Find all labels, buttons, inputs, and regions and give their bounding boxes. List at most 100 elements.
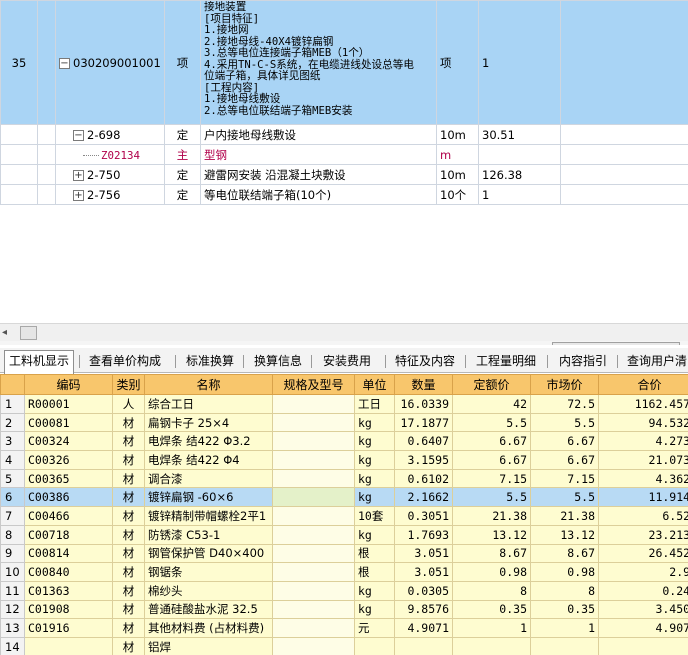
expand-toggle-icon[interactable]: + xyxy=(73,169,84,181)
resource-unit[interactable]: kg xyxy=(354,431,395,452)
resource-code[interactable]: C01908 xyxy=(24,599,113,620)
resource-unit[interactable]: 根 xyxy=(354,543,395,564)
quota-price[interactable]: 0.98 xyxy=(452,562,531,582)
resource-quantity[interactable]: 16.0339 xyxy=(394,394,453,414)
resource-name[interactable]: 防锈漆 C53-1 xyxy=(144,524,273,545)
unit-header[interactable]: 单位 xyxy=(354,374,395,395)
quota-price[interactable]: 1 xyxy=(452,618,531,638)
resource-code[interactable]: C01363 xyxy=(24,580,113,601)
total-price[interactable]: 11.9141 xyxy=(598,487,688,508)
resource-unit[interactable]: kg xyxy=(354,599,395,620)
resource-code[interactable]: C00814 xyxy=(24,543,113,564)
resource-name[interactable]: 钢管保护管 D40×400 xyxy=(144,543,273,564)
resource-name[interactable]: 镀锌扁钢 -60×6 xyxy=(144,487,273,508)
market-price[interactable]: 5.5 xyxy=(530,412,599,433)
resource-spec[interactable] xyxy=(272,394,355,414)
market-price[interactable]: 6.67 xyxy=(530,431,599,452)
resource-unit[interactable]: kg xyxy=(354,468,395,489)
resource-name[interactable]: 普通硅酸盐水泥 32.5 xyxy=(144,599,273,620)
quota-price[interactable]: 5.5 xyxy=(452,487,531,508)
total-price[interactable]: 21.0739 xyxy=(598,450,688,470)
resource-code[interactable]: C00081 xyxy=(24,412,113,433)
resource-quantity[interactable]: 2.1662 xyxy=(394,487,453,508)
material-name[interactable]: 型钢 xyxy=(200,144,437,165)
resource-row[interactable]: 12 C01908 材普通硅酸盐水泥 32.5 kg 9.8576 0.35 0.35 3.4… xyxy=(0,599,688,620)
resource-code[interactable] xyxy=(24,636,113,655)
quota-qty[interactable]: 1 xyxy=(478,184,561,205)
resource-quantity[interactable]: 0.6407 xyxy=(394,431,453,452)
resource-row[interactable]: 13C01916材其他材料费 (占材料费)元4.9071114.9071 xyxy=(0,618,688,638)
resource-name[interactable]: 其他材料费 (占材料费) xyxy=(144,618,273,638)
resource-spec[interactable] xyxy=(272,599,355,620)
resource-name[interactable]: 镀锌精制带帽螺栓2平1 xyxy=(144,506,273,526)
tab-install-fee[interactable]: 安装费用 xyxy=(316,351,378,373)
total-price[interactable]: 0.244 xyxy=(598,580,688,601)
resource-category[interactable]: 材 xyxy=(112,618,145,638)
material-qty[interactable] xyxy=(478,144,561,165)
total-price[interactable]: 23.2132 xyxy=(598,524,688,545)
resource-spec[interactable] xyxy=(272,506,355,526)
quota-price[interactable]: 7.15 xyxy=(452,468,531,489)
market-price[interactable]: 5.5 xyxy=(530,487,599,508)
quota-row[interactable]: −2-698 定 户内接地母线敷设 10m 30.51 1 xyxy=(0,124,688,145)
market-price[interactable]: 72.5 xyxy=(530,394,599,414)
resource-category[interactable]: 材 xyxy=(112,431,145,452)
resource-spec[interactable] xyxy=(272,412,355,433)
resource-unit[interactable]: kg xyxy=(354,487,395,508)
bill-code-cell[interactable]: −030209001001 xyxy=(55,0,165,125)
expand-toggle-icon[interactable]: + xyxy=(73,189,84,201)
resource-quantity[interactable]: 4.9071 xyxy=(394,618,453,638)
resource-row[interactable]: 14 材铝焊 xyxy=(0,636,688,655)
resource-code[interactable]: C00386 xyxy=(24,487,113,508)
resource-row[interactable]: 8 C00718 材防锈漆 C53-1 kg 1.7693 13.12 13.12 23.21… xyxy=(0,524,688,545)
tab-resource-display[interactable]: 工料机显示 xyxy=(4,350,74,374)
resource-spec[interactable] xyxy=(272,450,355,470)
resource-category[interactable]: 材 xyxy=(112,580,145,601)
market-price[interactable]: 6.67 xyxy=(530,450,599,470)
splitter-grip[interactable] xyxy=(552,342,680,345)
market-price-header[interactable]: 市场价 xyxy=(530,374,599,395)
quota-price[interactable]: 5.5 xyxy=(452,412,531,433)
total-price[interactable]: 4.9071 xyxy=(598,618,688,638)
resource-name[interactable]: 电焊条 结422 Φ3.2 xyxy=(144,431,273,452)
resource-unit[interactable] xyxy=(354,636,395,655)
tab-standard-conversion[interactable]: 标准换算 xyxy=(180,351,240,373)
resource-code[interactable]: R00001 xyxy=(24,394,113,414)
quantity-header[interactable]: 数量 xyxy=(394,374,453,395)
resource-name[interactable]: 扁钢卡子 25×4 xyxy=(144,412,273,433)
total-price[interactable] xyxy=(598,636,688,655)
quota-name[interactable]: 避雷网安装 沿混凝土块敷设 xyxy=(200,164,437,185)
total-price[interactable]: 2.99 xyxy=(598,562,688,582)
resource-unit[interactable]: kg xyxy=(354,450,395,470)
name-header[interactable]: 名称 xyxy=(144,374,273,395)
total-price[interactable]: 6.523 xyxy=(598,506,688,526)
resource-unit[interactable]: kg xyxy=(354,412,395,433)
bill-description[interactable]: 接地装置 [项目特征] 1.接地网 2.接地母线-40X4镀锌扁钢 3.总等电位连接端子… xyxy=(200,0,437,125)
resource-row[interactable]: 6C00386材镀锌扁钢 -60×6kg2.16625.55.511.9141 xyxy=(0,487,688,508)
market-price[interactable]: 0.98 xyxy=(530,562,599,582)
resource-quantity[interactable]: 1.7693 xyxy=(394,524,453,545)
resource-unit[interactable]: 元 xyxy=(354,618,395,638)
spec-header[interactable]: 规格及型号 xyxy=(272,374,355,395)
quota-price[interactable] xyxy=(452,636,531,655)
tab-features-content[interactable]: 特征及内容 xyxy=(390,351,460,373)
resource-category[interactable]: 材 xyxy=(112,636,145,655)
quota-price[interactable]: 13.12 xyxy=(452,524,531,545)
quota-qty[interactable]: 126.38 xyxy=(478,164,561,185)
quota-qty[interactable]: 30.51 xyxy=(478,124,561,145)
tab-conversion-info[interactable]: 换算信息 xyxy=(248,351,308,373)
resource-row[interactable]: 2C00081材扁钢卡子 25×4kg17.18775.55.594.5324 xyxy=(0,412,688,433)
resource-spec[interactable] xyxy=(272,580,355,601)
resource-category[interactable]: 材 xyxy=(112,524,145,545)
resource-name[interactable]: 电焊条 结422 Φ4 xyxy=(144,450,273,470)
collapse-toggle-icon[interactable]: − xyxy=(73,129,84,141)
quota-price[interactable]: 42 xyxy=(452,394,531,414)
tab-content-guide[interactable]: 内容指引 xyxy=(552,351,614,373)
total-price[interactable]: 94.5324 xyxy=(598,412,688,433)
resource-quantity[interactable]: 9.8576 xyxy=(394,599,453,620)
quota-row[interactable]: +2-750 定 避雷网安装 沿混凝土块敷设 10m 126.38 13 xyxy=(0,164,688,185)
resource-row[interactable]: 10C00840材钢锯条根3.0510.980.982.99 xyxy=(0,562,688,582)
resource-spec[interactable] xyxy=(272,618,355,638)
resource-quantity[interactable]: 17.1877 xyxy=(394,412,453,433)
resource-code[interactable]: C00326 xyxy=(24,450,113,470)
